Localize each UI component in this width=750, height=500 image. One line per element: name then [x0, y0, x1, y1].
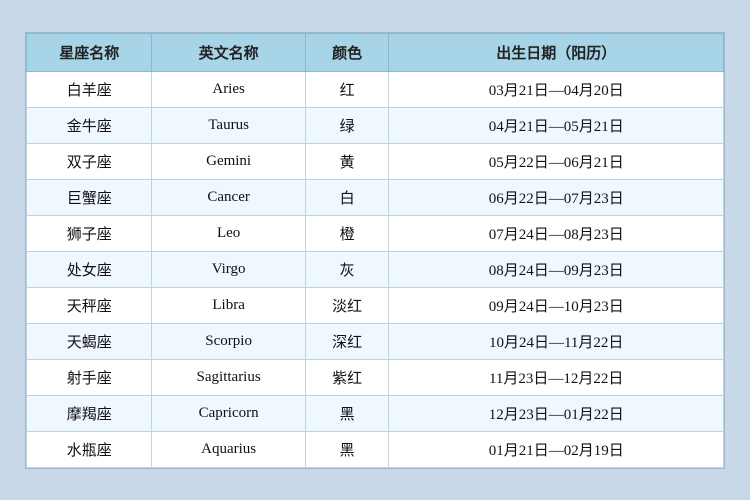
cell-chinese: 金牛座 [27, 107, 152, 143]
table-row: 处女座Virgo灰08月24日—09月23日 [27, 251, 724, 287]
cell-english: Cancer [152, 179, 305, 215]
table-row: 巨蟹座Cancer白06月22日—07月23日 [27, 179, 724, 215]
cell-color: 灰 [305, 251, 389, 287]
header-chinese: 星座名称 [27, 33, 152, 71]
cell-date: 05月22日—06月21日 [389, 143, 724, 179]
cell-chinese: 摩羯座 [27, 395, 152, 431]
cell-color: 白 [305, 179, 389, 215]
table-row: 狮子座Leo橙07月24日—08月23日 [27, 215, 724, 251]
cell-english: Aries [152, 71, 305, 107]
cell-color: 黑 [305, 395, 389, 431]
cell-color: 绿 [305, 107, 389, 143]
cell-color: 淡红 [305, 287, 389, 323]
cell-date: 09月24日—10月23日 [389, 287, 724, 323]
table-row: 天秤座Libra淡红09月24日—10月23日 [27, 287, 724, 323]
cell-date: 10月24日—11月22日 [389, 323, 724, 359]
cell-date: 01月21日—02月19日 [389, 431, 724, 467]
cell-english: Taurus [152, 107, 305, 143]
cell-english: Libra [152, 287, 305, 323]
cell-chinese: 处女座 [27, 251, 152, 287]
cell-chinese: 天秤座 [27, 287, 152, 323]
cell-english: Leo [152, 215, 305, 251]
cell-chinese: 白羊座 [27, 71, 152, 107]
cell-chinese: 双子座 [27, 143, 152, 179]
table-row: 白羊座Aries红03月21日—04月20日 [27, 71, 724, 107]
header-color: 颜色 [305, 33, 389, 71]
table-row: 双子座Gemini黄05月22日—06月21日 [27, 143, 724, 179]
table-row: 射手座Sagittarius紫红11月23日—12月22日 [27, 359, 724, 395]
cell-color: 红 [305, 71, 389, 107]
table-row: 摩羯座Capricorn黑12月23日—01月22日 [27, 395, 724, 431]
header-date: 出生日期（阳历） [389, 33, 724, 71]
cell-english: Virgo [152, 251, 305, 287]
cell-color: 橙 [305, 215, 389, 251]
table-row: 金牛座Taurus绿04月21日—05月21日 [27, 107, 724, 143]
cell-date: 06月22日—07月23日 [389, 179, 724, 215]
cell-english: Aquarius [152, 431, 305, 467]
table-row: 天蝎座Scorpio深红10月24日—11月22日 [27, 323, 724, 359]
cell-english: Scorpio [152, 323, 305, 359]
cell-color: 黑 [305, 431, 389, 467]
cell-date: 04月21日—05月21日 [389, 107, 724, 143]
cell-date: 12月23日—01月22日 [389, 395, 724, 431]
cell-english: Sagittarius [152, 359, 305, 395]
header-english: 英文名称 [152, 33, 305, 71]
cell-color: 紫红 [305, 359, 389, 395]
cell-date: 03月21日—04月20日 [389, 71, 724, 107]
cell-color: 深红 [305, 323, 389, 359]
cell-chinese: 狮子座 [27, 215, 152, 251]
cell-date: 07月24日—08月23日 [389, 215, 724, 251]
cell-chinese: 水瓶座 [27, 431, 152, 467]
cell-date: 11月23日—12月22日 [389, 359, 724, 395]
cell-english: Capricorn [152, 395, 305, 431]
cell-english: Gemini [152, 143, 305, 179]
cell-date: 08月24日—09月23日 [389, 251, 724, 287]
zodiac-table-container: 星座名称 英文名称 颜色 出生日期（阳历） 白羊座Aries红03月21日—04… [25, 32, 725, 469]
zodiac-table: 星座名称 英文名称 颜色 出生日期（阳历） 白羊座Aries红03月21日—04… [26, 33, 724, 468]
table-header-row: 星座名称 英文名称 颜色 出生日期（阳历） [27, 33, 724, 71]
table-body: 白羊座Aries红03月21日—04月20日金牛座Taurus绿04月21日—0… [27, 71, 724, 467]
cell-chinese: 天蝎座 [27, 323, 152, 359]
cell-chinese: 巨蟹座 [27, 179, 152, 215]
table-row: 水瓶座Aquarius黑01月21日—02月19日 [27, 431, 724, 467]
cell-chinese: 射手座 [27, 359, 152, 395]
cell-color: 黄 [305, 143, 389, 179]
